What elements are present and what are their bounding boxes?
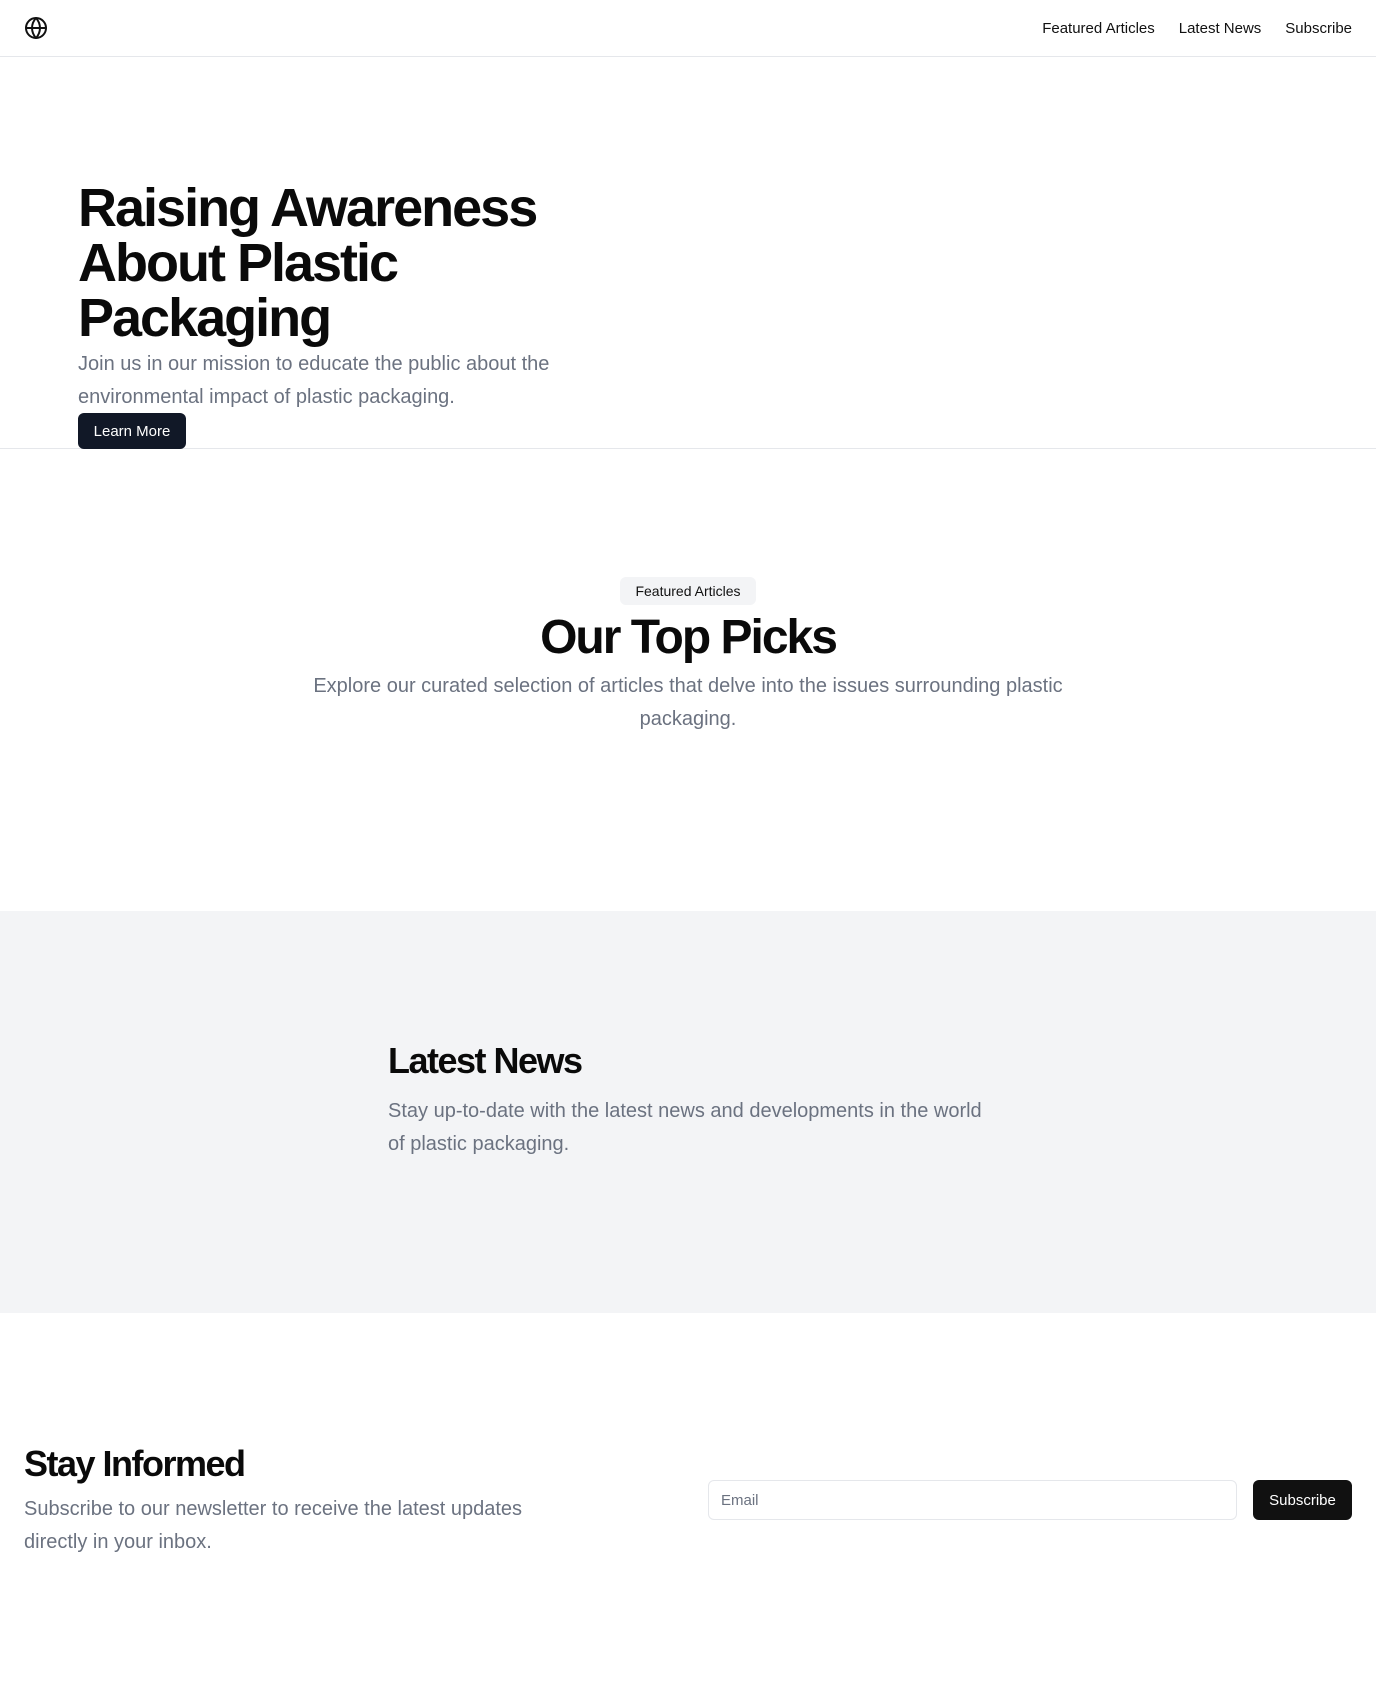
news-title: Latest News [388, 1040, 583, 1081]
latest-news-section: Latest News Stay up-to-date with the lat… [0, 911, 1376, 1313]
hero-subtitle: Join us in our mission to educate the pu… [78, 353, 550, 408]
learn-more-button[interactable]: Learn More [78, 413, 186, 449]
newsletter-subtitle: Subscribe to our newsletter to receive t… [24, 1498, 523, 1553]
featured-articles-section: Featured Articles Our Top Picks Explore … [0, 449, 1376, 911]
featured-title: Our Top Picks [540, 611, 838, 664]
email-input[interactable] [708, 1480, 1237, 1520]
featured-subtitle: Explore our curated selection of article… [313, 675, 1063, 730]
newsletter-title: Stay Informed [24, 1443, 246, 1484]
globe-icon[interactable] [24, 16, 48, 40]
nav-link-subscribe[interactable]: Subscribe [1285, 20, 1352, 37]
nav-link-featured-articles[interactable]: Featured Articles [1042, 20, 1155, 37]
main-nav: Featured Articles Latest News Subscribe [1042, 0, 1352, 56]
hero-section: Raising Awareness About Plastic Packagin… [0, 57, 1376, 449]
news-subtitle: Stay up-to-date with the latest news and… [388, 1100, 982, 1155]
newsletter-section: Stay Informed Subscribe to our newslette… [0, 1313, 1376, 1687]
nav-link-latest-news[interactable]: Latest News [1179, 20, 1262, 37]
hero-title: Raising Awareness About Plastic Packagin… [78, 178, 538, 348]
site-header: Featured Articles Latest News Subscribe [0, 0, 1376, 57]
featured-badge: Featured Articles [620, 577, 756, 605]
subscribe-button[interactable]: Subscribe [1253, 1480, 1352, 1520]
